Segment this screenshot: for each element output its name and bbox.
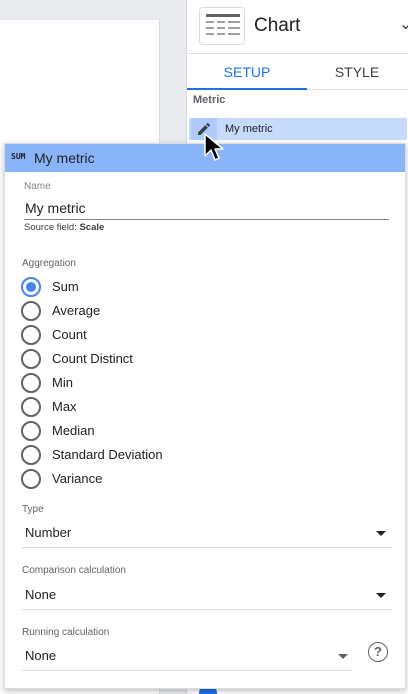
mouse-cursor-icon xyxy=(204,133,224,161)
aggregation-label: Aggregation xyxy=(22,258,76,269)
aggregation-badge: SUM xyxy=(11,152,26,161)
dropdown-arrow-icon xyxy=(376,531,386,536)
name-input[interactable] xyxy=(24,196,389,220)
metric-editor-dialog: SUM My metric Name Source field: Scale A… xyxy=(4,143,406,689)
radio-median[interactable]: Median xyxy=(21,421,321,443)
radio-label: Variance xyxy=(52,471,103,486)
chart-type-title: Chart xyxy=(254,15,301,36)
comparison-select[interactable]: None xyxy=(22,580,392,610)
comparison-label: Comparison calculation xyxy=(22,565,126,576)
chevron-down-icon[interactable]: ⌄ xyxy=(399,14,408,34)
tab-setup[interactable]: SETUP xyxy=(187,54,307,90)
radio-label: Count Distinct xyxy=(52,351,133,366)
radio-button[interactable] xyxy=(21,469,41,489)
radio-min[interactable]: Min xyxy=(21,373,321,395)
running-value: None xyxy=(25,648,57,663)
chart-type-header[interactable]: Chart ⌄ xyxy=(187,0,408,54)
radio-standard-deviation[interactable]: Standard Deviation xyxy=(21,445,321,467)
radio-button[interactable] xyxy=(21,397,41,417)
table-chart-icon[interactable] xyxy=(199,7,245,45)
metric-section-label: Metric xyxy=(193,94,226,106)
radio-max[interactable]: Max xyxy=(21,397,321,419)
radio-button[interactable] xyxy=(21,445,41,465)
radio-label: Sum xyxy=(52,279,79,294)
type-value: Number xyxy=(25,525,72,540)
radio-button[interactable] xyxy=(21,373,41,393)
dropdown-arrow-icon xyxy=(376,593,386,598)
radio-button[interactable] xyxy=(21,277,41,297)
type-select[interactable]: Number xyxy=(22,518,392,548)
radio-label: Median xyxy=(52,423,95,438)
radio-button[interactable] xyxy=(21,301,41,321)
panel-tabs: SETUP STYLE xyxy=(187,54,408,90)
radio-sum[interactable]: Sum xyxy=(21,277,321,299)
running-label: Running calculation xyxy=(22,627,110,638)
type-label: Type xyxy=(22,504,44,515)
help-icon[interactable]: ? xyxy=(368,642,388,662)
metric-chip-label: My metric xyxy=(225,123,273,135)
radio-variance[interactable]: Variance xyxy=(21,469,321,491)
source-field-prefix: Source field: xyxy=(24,222,80,233)
radio-count[interactable]: Count xyxy=(21,325,321,347)
radio-label: Max xyxy=(52,399,77,414)
radio-average[interactable]: Average xyxy=(21,301,321,323)
dropdown-arrow-icon xyxy=(338,654,348,659)
radio-label: Average xyxy=(52,303,101,318)
source-field-text: Source field: Scale xyxy=(24,222,104,233)
radio-label: Min xyxy=(52,375,73,390)
radio-button[interactable] xyxy=(21,349,41,369)
radio-count-distinct[interactable]: Count Distinct xyxy=(21,349,321,371)
radio-button[interactable] xyxy=(21,325,41,345)
running-select[interactable]: None xyxy=(22,641,352,671)
editor-title: My metric xyxy=(34,150,95,166)
tab-style[interactable]: STYLE xyxy=(307,54,407,90)
radio-button[interactable] xyxy=(21,421,41,441)
comparison-value: None xyxy=(25,587,57,602)
source-field-value: Scale xyxy=(79,222,105,233)
active-tab-indicator xyxy=(187,88,307,90)
radio-label: Standard Deviation xyxy=(52,447,163,462)
radio-label: Count xyxy=(52,327,87,342)
name-label: Name xyxy=(24,181,51,192)
